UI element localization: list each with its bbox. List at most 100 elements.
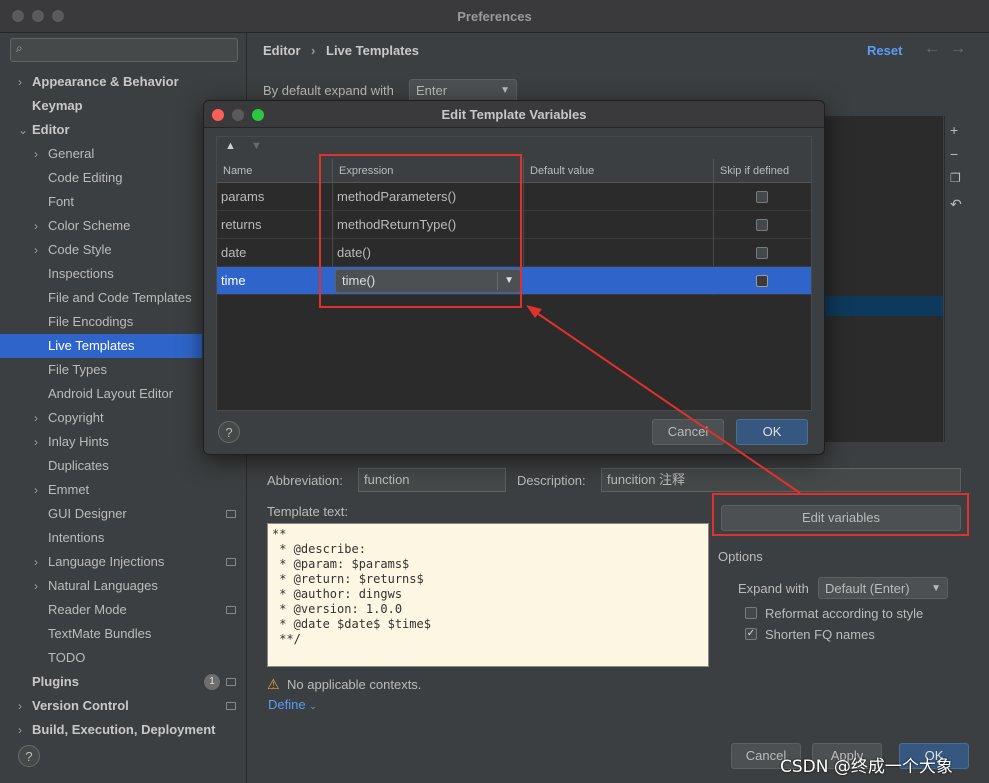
templates-toolbar: + − ❐ ↶ bbox=[944, 116, 969, 442]
sidebar-item-label: Code Editing bbox=[48, 170, 123, 185]
selected-template-row[interactable] bbox=[815, 296, 943, 316]
sidebar-item-label: Code Style bbox=[48, 242, 112, 257]
dialog-ok-button[interactable]: OK bbox=[736, 419, 808, 445]
sidebar-item-natural-languages[interactable]: › Natural Languages bbox=[0, 574, 246, 598]
sidebar-item-label: File Types bbox=[48, 362, 108, 377]
settings-search-input[interactable]: ⌕ bbox=[10, 38, 238, 62]
sidebar-item-textmate-bundles[interactable]: TextMate Bundles bbox=[0, 622, 246, 646]
project-scope-icon bbox=[226, 558, 236, 566]
templates-list[interactable] bbox=[815, 116, 943, 442]
chevron-right-icon[interactable]: › bbox=[34, 574, 38, 598]
expand-with-combo[interactable]: Default (Enter) ▼ bbox=[818, 577, 948, 599]
abbreviation-field[interactable]: function bbox=[358, 468, 506, 492]
shorten-fq-checkbox[interactable]: ✓ bbox=[745, 628, 757, 640]
updates-badge: 1 bbox=[204, 674, 220, 690]
shorten-fq-label: Shorten FQ names bbox=[765, 627, 875, 642]
column-header-name[interactable]: Name bbox=[217, 159, 333, 183]
sidebar-item-label: Language Injections bbox=[48, 554, 165, 569]
chevron-right-icon[interactable]: › bbox=[18, 70, 22, 94]
dialog-cancel-button[interactable]: Cancel bbox=[652, 419, 724, 445]
sidebar-item-label: Build, Execution, Deployment bbox=[32, 722, 216, 737]
define-link[interactable]: Define ⌄ bbox=[268, 697, 317, 712]
move-up-icon[interactable]: ▲ bbox=[225, 140, 236, 152]
sidebar-item-gui-designer[interactable]: GUI Designer bbox=[0, 502, 246, 526]
chevron-right-icon[interactable]: › bbox=[18, 718, 22, 742]
sidebar-item-label: Inspections bbox=[48, 266, 114, 281]
options-title: Options bbox=[718, 549, 763, 564]
back-arrow-icon[interactable]: ← bbox=[924, 40, 940, 58]
window-titlebar: Preferences bbox=[0, 0, 989, 33]
cell-name[interactable]: params bbox=[217, 183, 333, 211]
cell-default[interactable] bbox=[524, 211, 714, 239]
remove-icon[interactable]: − bbox=[950, 146, 958, 162]
default-expand-label: By default expand with bbox=[263, 83, 394, 98]
project-scope-icon bbox=[226, 702, 236, 710]
sidebar-item-label: Font bbox=[48, 194, 75, 209]
breadcrumb-editor[interactable]: Editor bbox=[263, 43, 301, 58]
cell-name[interactable]: returns bbox=[217, 211, 333, 239]
sidebar-item-label: Reader Mode bbox=[48, 602, 127, 617]
sidebar-item-label: Editor bbox=[32, 122, 70, 137]
cell-name[interactable]: date bbox=[217, 239, 333, 267]
sidebar-item-language-injections[interactable]: › Language Injections bbox=[0, 550, 246, 574]
breadcrumb-separator: › bbox=[311, 43, 316, 58]
sidebar-item-label: TODO bbox=[48, 650, 86, 665]
skip-if-defined-checkbox[interactable] bbox=[756, 191, 768, 203]
sidebar-item-build-execution-deployment[interactable]: › Build, Execution, Deployment bbox=[0, 718, 246, 742]
skip-if-defined-checkbox[interactable] bbox=[756, 219, 768, 231]
forward-arrow-icon[interactable]: → bbox=[950, 40, 966, 58]
sidebar-item-version-control[interactable]: › Version Control bbox=[0, 694, 246, 718]
sidebar-item-label: Natural Languages bbox=[48, 578, 158, 593]
template-text-editor[interactable]: ** * @describe: * @param: $params$ * @re… bbox=[267, 523, 709, 667]
cell-name[interactable]: time bbox=[217, 267, 333, 295]
watermark: CSDN @终成一个大象 bbox=[780, 757, 953, 777]
footer-help-button[interactable]: ? bbox=[18, 745, 40, 767]
sidebar-item-label: Emmet bbox=[48, 482, 90, 497]
dialog-help-button[interactable]: ? bbox=[218, 421, 240, 443]
cell-skip-if-defined bbox=[714, 211, 811, 239]
move-down-icon[interactable]: ▼ bbox=[251, 140, 262, 152]
chevron-right-icon[interactable]: › bbox=[34, 238, 38, 262]
reformat-checkbox[interactable] bbox=[745, 607, 757, 619]
sidebar-item-appearance-behavior[interactable]: › Appearance & Behavior bbox=[0, 70, 246, 94]
sidebar-item-duplicates[interactable]: Duplicates bbox=[0, 454, 246, 478]
description-field[interactable]: funcition 注释 bbox=[601, 468, 961, 492]
expand-with-value: Default (Enter) bbox=[825, 581, 910, 596]
sidebar-item-label: General bbox=[48, 146, 95, 161]
sidebar-item-intentions[interactable]: Intentions bbox=[0, 526, 246, 550]
chevron-right-icon[interactable]: › bbox=[34, 142, 38, 166]
chevron-right-icon[interactable]: › bbox=[34, 430, 38, 454]
sidebar-item-todo[interactable]: TODO bbox=[0, 646, 246, 670]
sidebar-item-live-templates[interactable]: Live Templates bbox=[0, 334, 202, 358]
skip-if-defined-checkbox[interactable] bbox=[756, 247, 768, 259]
default-expand-value: Enter bbox=[416, 83, 448, 98]
copy-icon[interactable]: ❐ bbox=[950, 171, 961, 185]
search-icon: ⌕ bbox=[16, 41, 23, 55]
dialog-title: Edit Template Variables bbox=[441, 107, 587, 122]
column-header-default-value[interactable]: Default value bbox=[524, 159, 714, 183]
chevron-right-icon[interactable]: › bbox=[18, 694, 22, 718]
sidebar-item-emmet[interactable]: › Emmet bbox=[0, 478, 246, 502]
abbreviation-label: Abbreviation: bbox=[267, 473, 343, 488]
cell-default[interactable] bbox=[524, 239, 714, 267]
chevron-down-icon[interactable]: ⌄ bbox=[18, 118, 28, 142]
chevron-right-icon[interactable]: › bbox=[34, 214, 38, 238]
sidebar-item-reader-mode[interactable]: Reader Mode bbox=[0, 598, 246, 622]
reset-button[interactable]: Reset bbox=[867, 43, 902, 58]
sidebar-item-label: Color Scheme bbox=[48, 218, 131, 233]
chevron-right-icon[interactable]: › bbox=[34, 550, 38, 574]
sidebar-item-label: Android Layout Editor bbox=[48, 386, 174, 401]
column-header-skip-if-defined[interactable]: Skip if defined bbox=[714, 159, 811, 183]
default-expand-combo[interactable]: Enter ▼ bbox=[409, 79, 517, 101]
restore-icon[interactable]: ↶ bbox=[950, 196, 962, 213]
template-text-label: Template text: bbox=[267, 504, 348, 519]
cell-default[interactable] bbox=[524, 183, 714, 211]
cell-default[interactable] bbox=[524, 267, 714, 295]
reformat-label: Reformat according to style bbox=[765, 606, 924, 621]
chevron-right-icon[interactable]: › bbox=[34, 406, 38, 430]
sidebar-item-plugins[interactable]: Plugins 1 bbox=[0, 670, 246, 694]
expression-annotation-box bbox=[319, 154, 522, 308]
chevron-right-icon[interactable]: › bbox=[34, 478, 38, 502]
add-icon[interactable]: + bbox=[950, 122, 958, 138]
skip-if-defined-checkbox[interactable] bbox=[756, 275, 768, 287]
